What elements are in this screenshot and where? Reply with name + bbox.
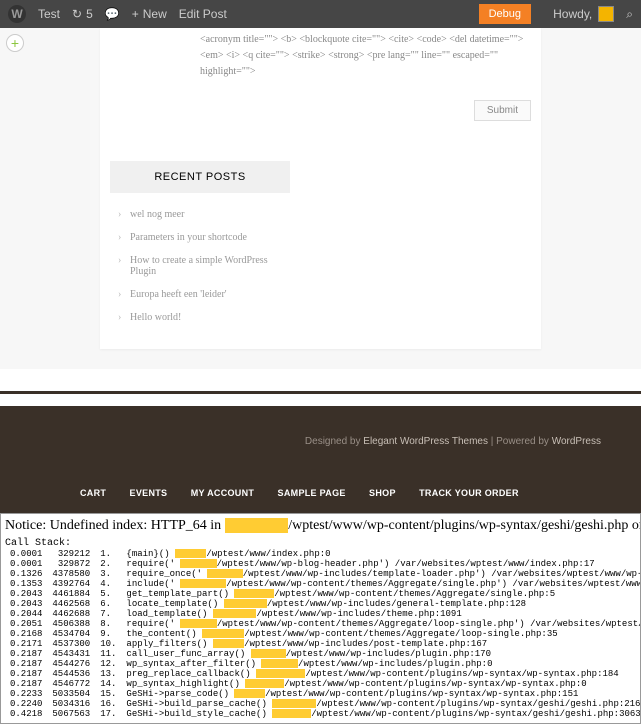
nav-account[interactable]: MY ACCOUNT bbox=[191, 488, 255, 498]
sep: | Powered by bbox=[488, 436, 552, 447]
admin-toolbar: W Test ↻ 5 💬 + New Edit Post Debug Howdy… bbox=[0, 0, 641, 28]
site-name-link[interactable]: Test bbox=[38, 7, 60, 21]
callstack-table: 0.00013292121.{main}() /wptest/www/index… bbox=[5, 549, 641, 719]
stack-row: 0.205145063888.require(' /wptest/www/wp-… bbox=[5, 619, 641, 629]
redacted-segment bbox=[234, 589, 274, 598]
main-content: <acronym title=""> <b> <blockquote cite=… bbox=[0, 28, 641, 369]
stack-row: 0.2233503350415.GeSHi->parse_code() /wpt… bbox=[5, 689, 641, 699]
add-circle-button[interactable]: + bbox=[6, 34, 24, 52]
footer-nav: CART EVENTS MY ACCOUNT SAMPLE PAGE SHOP … bbox=[0, 477, 641, 513]
footer: Designed by Elegant WordPress Themes | P… bbox=[0, 406, 641, 513]
stack-row: 0.2171453730010.apply_filters() /wptest/… bbox=[5, 639, 641, 649]
recent-posts-list: wel nog meer Parameters in your shortcod… bbox=[110, 193, 541, 329]
nav-events[interactable]: EVENTS bbox=[130, 488, 168, 498]
new-content-link[interactable]: + New bbox=[132, 7, 167, 21]
wp-logo-icon[interactable]: W bbox=[8, 5, 26, 23]
stack-row: 0.2240503431616.GeSHi->build_parse_cache… bbox=[5, 699, 641, 709]
stack-row: 0.00013298722.require(' /wptest/www/wp-b… bbox=[5, 559, 641, 569]
list-item[interactable]: Europa heeft een 'leider' bbox=[130, 283, 541, 306]
redacted-segment bbox=[180, 559, 216, 568]
redacted-segment bbox=[180, 619, 216, 628]
stack-row: 0.2187454453613.preg_replace_callback() … bbox=[5, 669, 641, 679]
comments-icon[interactable]: 💬 bbox=[105, 7, 120, 21]
redacted-segment bbox=[213, 609, 257, 618]
redacted-segment bbox=[224, 599, 267, 608]
redacted-segment bbox=[256, 669, 305, 678]
stack-row: 0.204344625686.locate_template() /wptest… bbox=[5, 599, 641, 609]
footer-credits: Designed by Elegant WordPress Themes | P… bbox=[0, 406, 641, 477]
redacted-segment bbox=[213, 639, 244, 648]
stack-row: 0.2187454677214.wp_syntax_highlight() /w… bbox=[5, 679, 641, 689]
search-icon[interactable]: ⌕ bbox=[626, 7, 633, 22]
stack-row: 0.132643785803.require_once(' /wptest/ww… bbox=[5, 569, 641, 579]
recent-posts-header: RECENT POSTS bbox=[110, 161, 290, 193]
nav-track[interactable]: TRACK YOUR ORDER bbox=[419, 488, 519, 498]
debug-button[interactable]: Debug bbox=[479, 4, 531, 24]
allowed-tags-text: <acronym title=""> <b> <blockquote cite=… bbox=[100, 32, 541, 100]
howdy-account[interactable]: Howdy, ⌕ bbox=[553, 6, 633, 22]
stack-row: 0.204444626887.load_template() /wptest/w… bbox=[5, 609, 641, 619]
notice-suffix: /wptest/www/wp-content/plugins/wp-syntax… bbox=[288, 518, 641, 533]
designed-by-label: Designed by bbox=[305, 436, 363, 447]
redacted-segment bbox=[234, 689, 265, 698]
list-item[interactable]: How to create a simple WordPress Plugin bbox=[130, 249, 280, 283]
refresh-count: 5 bbox=[86, 7, 93, 21]
themes-link[interactable]: Elegant WordPress Themes bbox=[363, 436, 488, 447]
stack-row: 0.4218506756317.GeSHi->build_style_cache… bbox=[5, 709, 641, 719]
redacted-segment bbox=[175, 549, 206, 558]
list-item[interactable]: wel nog meer bbox=[130, 203, 541, 226]
refresh-item[interactable]: ↻ 5 bbox=[72, 7, 93, 21]
redacted-segment bbox=[180, 579, 226, 588]
avatar bbox=[598, 6, 614, 22]
error-notice: Notice: Undefined index: HTTP_64 in /wpt… bbox=[5, 518, 636, 534]
stack-row: 0.00013292121.{main}() /wptest/www/index… bbox=[5, 549, 641, 559]
list-item[interactable]: Hello world! bbox=[130, 306, 541, 329]
submit-button[interactable]: Submit bbox=[474, 100, 531, 121]
redacted-segment bbox=[207, 569, 242, 578]
stack-row: 0.2187454427612.wp_syntax_after_filter()… bbox=[5, 659, 641, 669]
nav-sample[interactable]: SAMPLE PAGE bbox=[278, 488, 346, 498]
notice-prefix: Notice: Undefined index: HTTP_64 in bbox=[5, 518, 225, 533]
redacted-segment bbox=[272, 699, 316, 708]
list-item[interactable]: Parameters in your shortcode bbox=[130, 226, 541, 249]
redacted-segment bbox=[261, 659, 298, 668]
howdy-label: Howdy, bbox=[553, 7, 592, 21]
stack-row: 0.2187454343111.call_user_func_array() /… bbox=[5, 649, 641, 659]
nav-shop[interactable]: SHOP bbox=[369, 488, 396, 498]
php-error-block: Notice: Undefined index: HTTP_64 in /wpt… bbox=[0, 513, 641, 724]
redacted-segment bbox=[245, 679, 284, 688]
redacted-segment bbox=[202, 629, 244, 638]
new-label: New bbox=[143, 7, 167, 21]
wordpress-link[interactable]: WordPress bbox=[552, 436, 601, 447]
redacted-path bbox=[225, 518, 289, 533]
callstack-label: Call Stack: bbox=[5, 538, 636, 549]
edit-post-link[interactable]: Edit Post bbox=[179, 7, 227, 21]
redacted-segment bbox=[251, 649, 286, 658]
redacted-segment bbox=[272, 709, 311, 718]
stack-row: 0.135343927644.include(' /wptest/www/wp-… bbox=[5, 579, 641, 589]
stack-row: 0.216845347049.the_content() /wptest/www… bbox=[5, 629, 641, 639]
nav-cart[interactable]: CART bbox=[80, 488, 106, 498]
